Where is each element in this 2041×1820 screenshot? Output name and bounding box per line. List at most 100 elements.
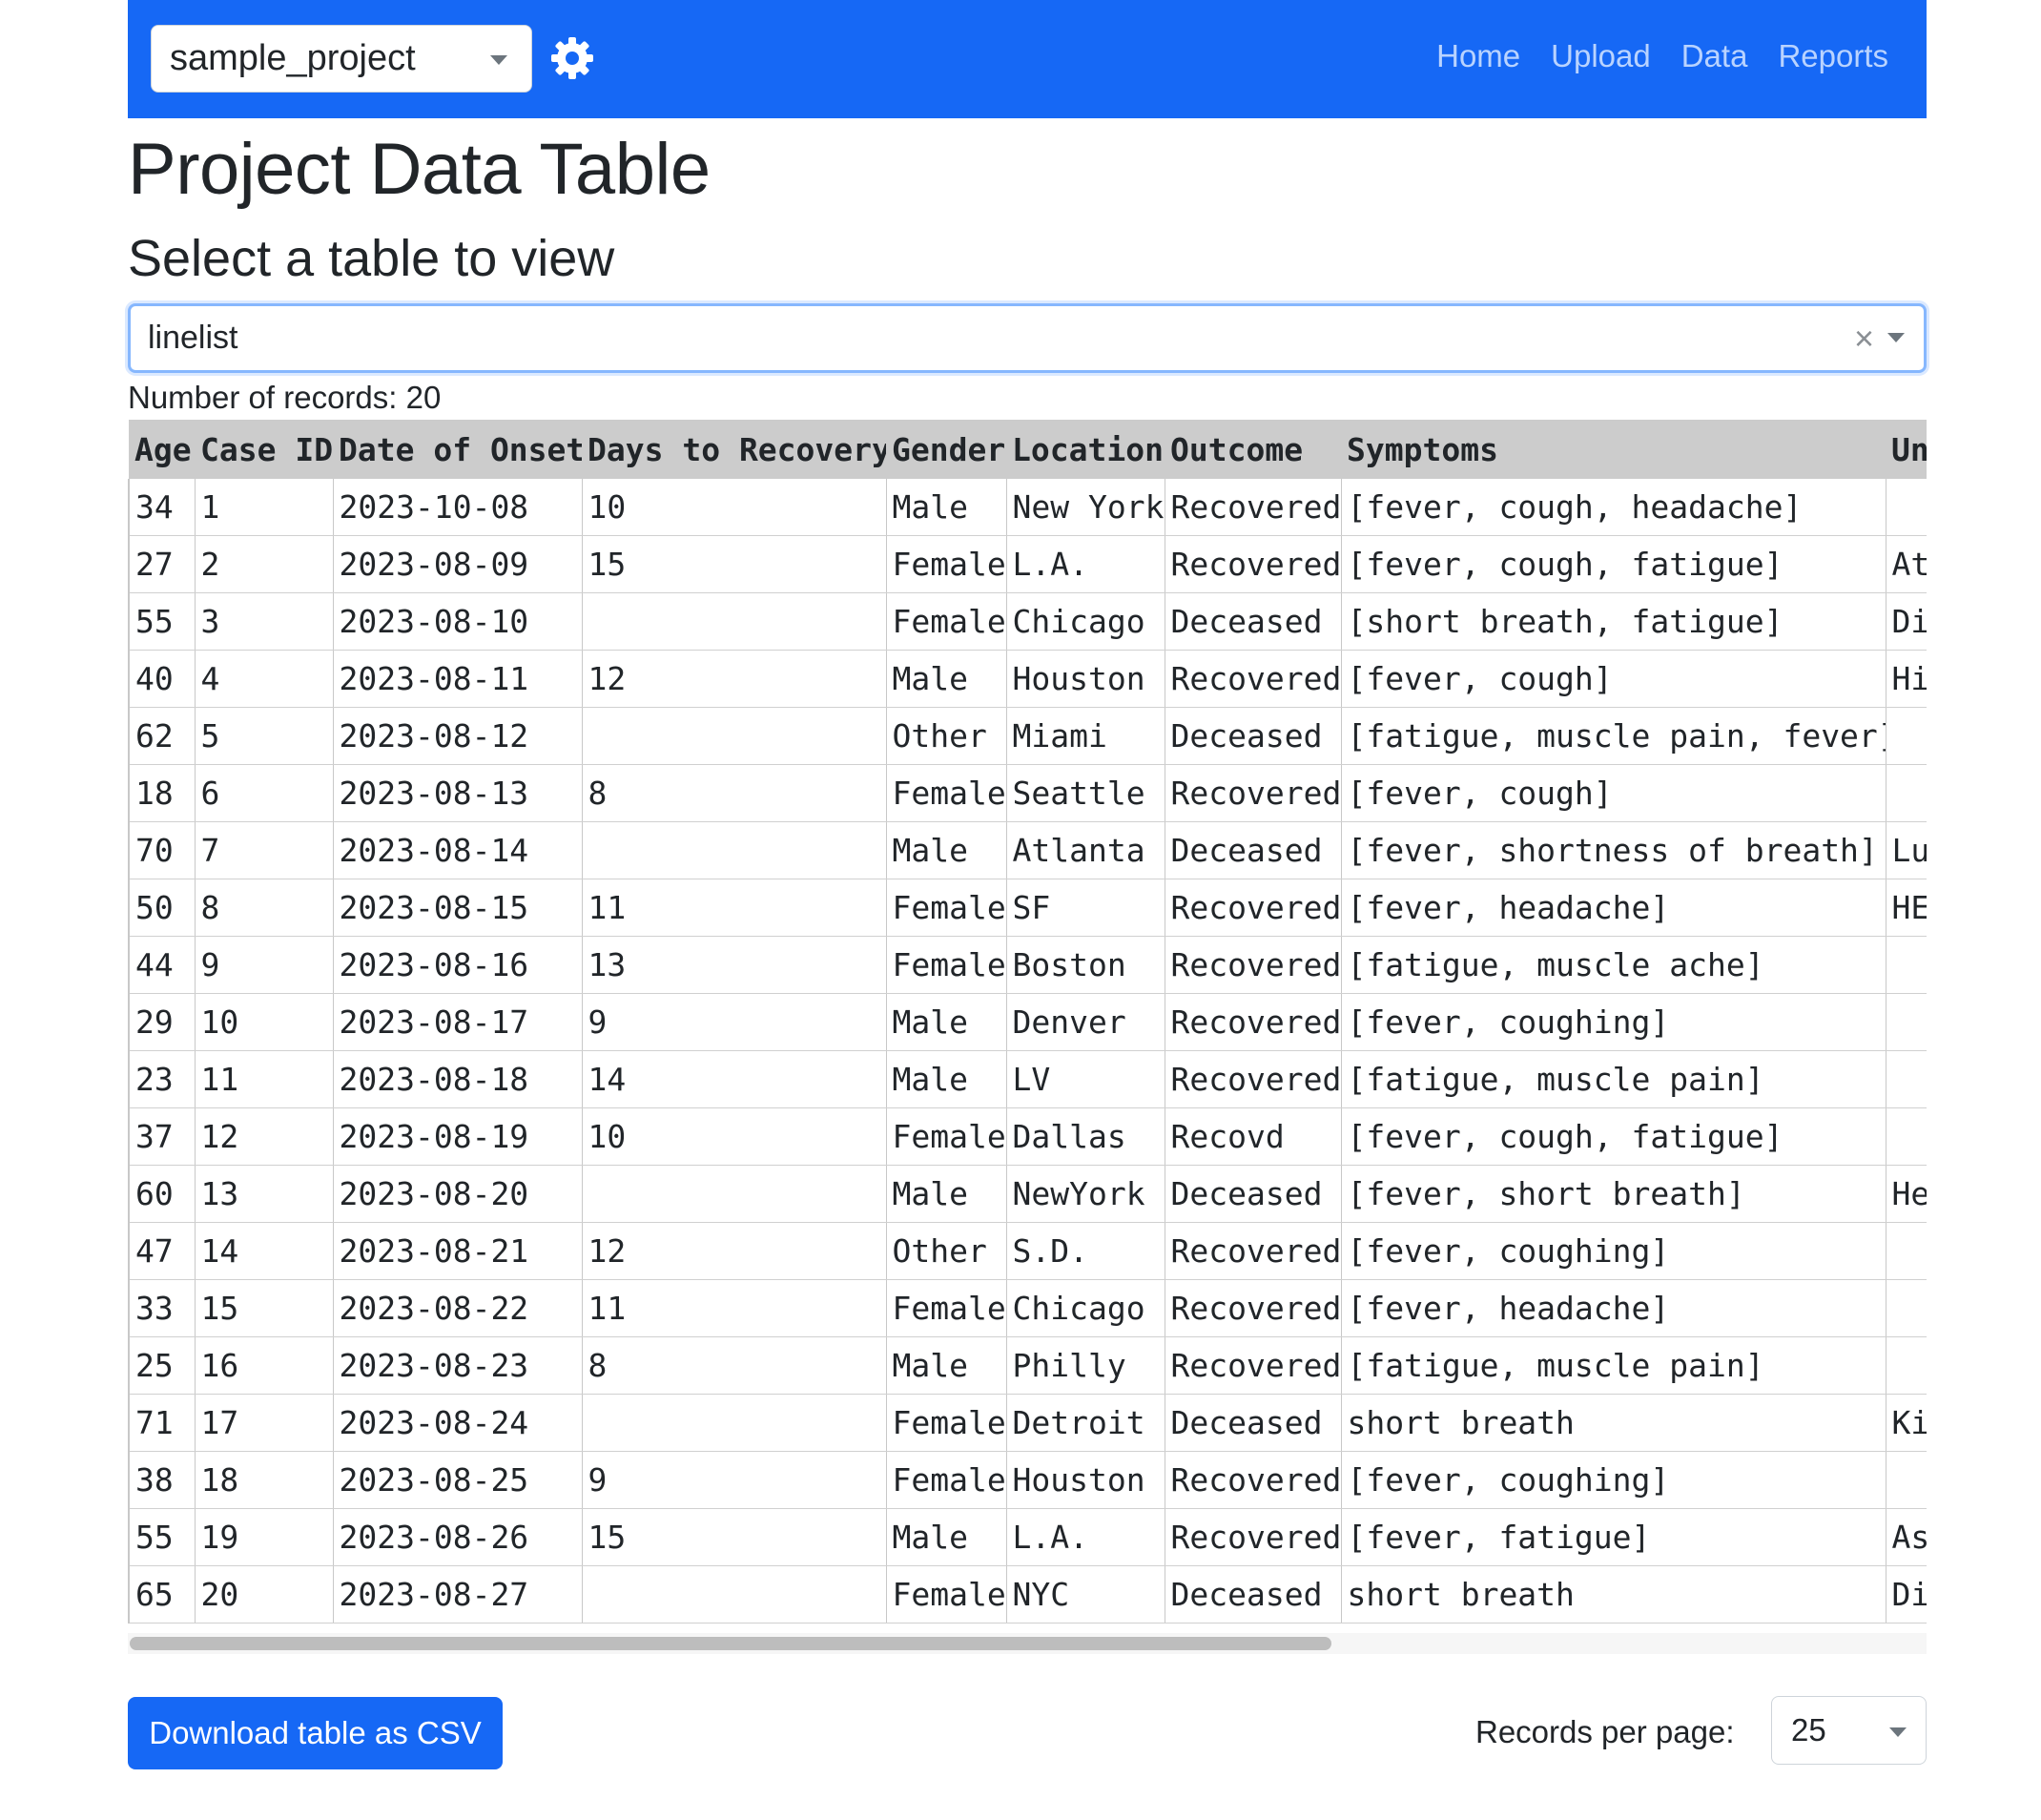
table-cell: 7 <box>194 821 333 879</box>
table-row: 33 15 2023-08-22 11 Female Chicago Recovered [f… <box>128 1279 1927 1337</box>
table-cell: short breath <box>1340 1565 1886 1624</box>
records-per-page-select[interactable]: 25 <box>1771 1696 1927 1765</box>
nav-link-home[interactable]: Home <box>1436 38 1520 74</box>
table-cell: 13 <box>581 936 886 994</box>
table-cell: Seattle <box>1005 764 1165 822</box>
table-cell: Other <box>885 1222 1006 1280</box>
table-cell: 2023-08-17 <box>332 993 582 1051</box>
table-cell: Deceased <box>1164 707 1341 765</box>
horizontal-scrollbar[interactable] <box>128 1633 1927 1654</box>
project-select[interactable]: sample_project <box>151 25 532 93</box>
table-cell: Female <box>885 936 1006 994</box>
table-cell: [fever, cough, headache] <box>1340 479 1886 536</box>
nav-link-upload[interactable]: Upload <box>1551 38 1651 74</box>
data-table: Age Case ID Date of Onset Days to Recovery G… <box>128 420 1927 1624</box>
table-cell <box>1885 936 1927 994</box>
column-header[interactable]: Outcome <box>1165 420 1341 479</box>
table-cell: Denver <box>1005 993 1165 1051</box>
table-cell: Male <box>885 821 1006 879</box>
column-header[interactable]: Symptoms <box>1341 420 1886 479</box>
table-cell: Female <box>885 1107 1006 1166</box>
table-cell: Deceased <box>1164 821 1341 879</box>
table-cell: Philly <box>1005 1336 1165 1395</box>
column-header[interactable]: Underlying Conditions <box>1886 420 1927 479</box>
table-cell: Chicago <box>1005 592 1165 651</box>
table-cell: [fatigue, muscle ache] <box>1340 936 1886 994</box>
download-csv-button[interactable]: Download table as CSV <box>128 1697 503 1769</box>
table-cell: Boston <box>1005 936 1165 994</box>
table-cell: HE <box>1885 879 1927 937</box>
chevron-down-icon[interactable] <box>1887 333 1905 342</box>
nav-link-data[interactable]: Data <box>1681 38 1748 74</box>
column-header[interactable]: Date of Onset <box>333 420 582 479</box>
table-cell: L.A. <box>1005 1508 1165 1566</box>
scrollbar-thumb[interactable] <box>130 1637 1331 1650</box>
table-cell: 6 <box>194 764 333 822</box>
table-cell <box>581 821 886 879</box>
table-cell: Female <box>885 1279 1006 1337</box>
table-row: 44 9 2023-08-16 13 Female Boston Recovered [fat… <box>128 936 1927 994</box>
table-cell: 13 <box>194 1165 333 1223</box>
table-cell: Female <box>885 1565 1006 1624</box>
table-cell: 2023-08-16 <box>332 936 582 994</box>
table-cell: Female <box>885 764 1006 822</box>
table-select-value: linelist <box>148 320 238 356</box>
table-cell: 2023-08-10 <box>332 592 582 651</box>
table-cell: 18 <box>194 1451 333 1509</box>
table-cell: 12 <box>194 1107 333 1166</box>
table-cell: Recovered <box>1164 535 1341 593</box>
table-cell: [short breath, fatigue] <box>1340 592 1886 651</box>
table-cell: Recovered <box>1164 879 1341 937</box>
table-header-row: Age Case ID Date of Onset Days to Recovery G… <box>129 420 1927 479</box>
table-row: 18 6 2023-08-13 8 Female Seattle Recovered [fev… <box>128 764 1927 822</box>
column-header[interactable]: Days to Recovery <box>582 420 886 479</box>
table-cell: Recovered <box>1164 764 1341 822</box>
table-cell: Recovered <box>1164 650 1341 708</box>
table-cell <box>1885 993 1927 1051</box>
table-cell: 37 <box>128 1107 195 1166</box>
nav-link-reports[interactable]: Reports <box>1778 38 1888 74</box>
table-row: 60 13 2023-08-20 Male NewYork Deceased [fever,… <box>128 1165 1927 1223</box>
table-row: 23 11 2023-08-18 14 Male LV Recovered [fatigue,… <box>128 1050 1927 1108</box>
table-cell: [fever, cough] <box>1340 764 1886 822</box>
table-cell: 2023-08-21 <box>332 1222 582 1280</box>
close-icon[interactable]: × <box>1854 319 1874 359</box>
records-per-page-label: Records per page: <box>1475 1714 1735 1749</box>
table-cell: 2023-08-24 <box>332 1394 582 1452</box>
table-cell: Recovered <box>1164 1451 1341 1509</box>
chevron-down-icon <box>490 55 507 65</box>
table-cell: [fever, headache] <box>1340 879 1886 937</box>
table-cell <box>1885 1279 1927 1337</box>
table-cell: 15 <box>581 535 886 593</box>
table-cell: 5 <box>194 707 333 765</box>
table-cell: Male <box>885 993 1006 1051</box>
table-cell: 9 <box>194 936 333 994</box>
column-header[interactable]: Gender <box>886 420 1006 479</box>
page-title: Project Data Table <box>128 129 711 210</box>
table-select[interactable]: linelist × <box>128 303 1927 373</box>
records-per-page-value: 25 <box>1791 1712 1826 1748</box>
table-cell: 50 <box>128 879 195 937</box>
gear-icon[interactable] <box>550 36 594 80</box>
column-header[interactable]: Case ID <box>195 420 333 479</box>
table-cell: 71 <box>128 1394 195 1452</box>
table-cell: 11 <box>194 1050 333 1108</box>
nav-links: Home Upload Data Reports <box>1436 38 1888 74</box>
table-row: 38 18 2023-08-25 9 Female Houston Recovered [fe… <box>128 1451 1927 1509</box>
top-navbar: sample_project Home Upload Data Reports <box>128 0 1927 118</box>
table-cell: 70 <box>128 821 195 879</box>
table-cell: 1 <box>194 479 333 536</box>
table-row: 50 8 2023-08-15 11 Female SF Recovered [fever, … <box>128 879 1927 937</box>
table-cell: Recovered <box>1164 479 1341 536</box>
table-cell: 20 <box>194 1565 333 1624</box>
table-cell: Houston <box>1005 650 1165 708</box>
column-header[interactable]: Location <box>1006 420 1165 479</box>
column-header[interactable]: Age <box>129 420 195 479</box>
table-cell: Houston <box>1005 1451 1165 1509</box>
table-cell: Deceased <box>1164 1165 1341 1223</box>
table-cell: Ki <box>1885 1394 1927 1452</box>
table-cell: Male <box>885 1508 1006 1566</box>
table-cell: Recovered <box>1164 1222 1341 1280</box>
table-cell <box>1885 764 1927 822</box>
table-cell: 14 <box>194 1222 333 1280</box>
